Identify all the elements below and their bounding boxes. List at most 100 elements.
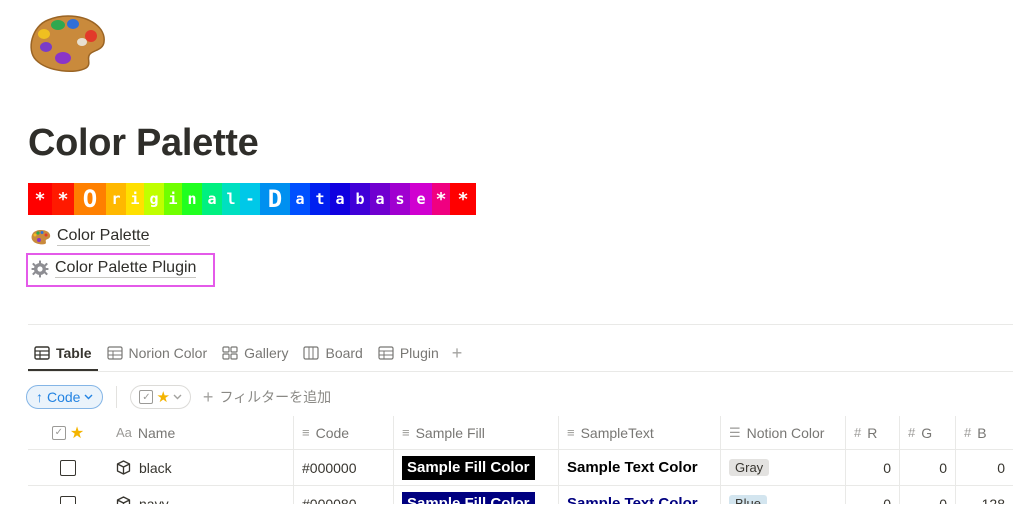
- tab-norion-color[interactable]: Norion Color: [106, 342, 208, 364]
- database-table: ✓ ★ Aa Name ≡ Code ≡ Sample Fill ≡ SampleTex…: [28, 416, 1013, 504]
- g-cell[interactable]: 0: [900, 450, 956, 485]
- column-label: Name: [137, 424, 176, 441]
- divider: [28, 371, 1013, 372]
- b-cell[interactable]: 0: [956, 450, 1013, 485]
- table-header-row: ✓ ★ Aa Name ≡ Code ≡ Sample Fill ≡ SampleTex…: [28, 416, 1013, 450]
- star-filter-pill[interactable]: ✓ ★: [130, 385, 191, 409]
- code-cell[interactable]: #000000: [294, 450, 394, 485]
- row-name: navy: [139, 495, 169, 505]
- tab-label: Table: [56, 345, 92, 361]
- text-cell[interactable]: Sample Text Color: [559, 486, 721, 504]
- code-cell[interactable]: #000080: [294, 486, 394, 504]
- tab-label: Board: [325, 345, 363, 361]
- table-row[interactable]: black #000000 Sample Fill Color Sample Text…: [28, 450, 1013, 486]
- arrow-up-icon: ↑: [36, 389, 43, 405]
- table-row[interactable]: navy #000080 Sample Fill Color Sample Text …: [28, 486, 1013, 504]
- lines-icon: ≡: [402, 425, 410, 440]
- name-cell[interactable]: navy: [108, 486, 294, 504]
- column-label: SampleText: [580, 424, 654, 441]
- text-sample: Sample Text Color: [567, 459, 698, 476]
- artist-palette-emoji-icon: [30, 15, 105, 73]
- row-select-cell: [28, 486, 108, 504]
- fill-cell[interactable]: Sample Fill Color: [394, 486, 559, 504]
- notion-color-tag: Blue: [729, 495, 768, 504]
- tab-board[interactable]: Board: [303, 342, 363, 364]
- column-label: G: [921, 424, 933, 441]
- banner-char: l: [222, 183, 240, 215]
- link-color-palette[interactable]: Color Palette: [31, 227, 150, 246]
- text-cell[interactable]: Sample Text Color: [559, 450, 721, 485]
- notion-color-cell[interactable]: Blue: [721, 486, 846, 504]
- column-header-b[interactable]: # B: [956, 416, 1013, 449]
- sort-code-pill[interactable]: ↑ Code: [26, 385, 104, 409]
- row-code: #000000: [302, 459, 357, 476]
- column-header-notion[interactable]: ☰ Notion Color: [721, 416, 846, 449]
- banner-char: i: [126, 183, 144, 215]
- row-checkbox[interactable]: [60, 495, 76, 504]
- r-cell[interactable]: 0: [846, 450, 900, 485]
- column-header-r[interactable]: # R: [846, 416, 900, 449]
- checkbox-icon: ✓: [51, 425, 66, 440]
- banner-char: n: [182, 183, 202, 215]
- g-cell[interactable]: 0: [900, 486, 956, 504]
- b-value: 0: [997, 459, 1005, 476]
- banner-char: *: [52, 183, 74, 215]
- g-value: 0: [939, 495, 947, 505]
- view-tabs: Table Norion Color Gallery Board Plugin …: [34, 342, 462, 364]
- banner-char: g: [144, 183, 164, 215]
- tab-plugin[interactable]: Plugin: [378, 342, 439, 364]
- table-icon: [106, 346, 123, 360]
- cube-icon: [116, 496, 131, 504]
- artist-palette-emoji-icon: [31, 229, 51, 244]
- chevron-down-icon: [84, 394, 93, 400]
- row-select-cell: [28, 450, 108, 485]
- select-column-header[interactable]: ✓ ★: [28, 416, 108, 449]
- list-icon: ☰: [729, 424, 741, 440]
- banner-char: a: [330, 183, 350, 215]
- r-value: 0: [883, 459, 891, 476]
- banner-char: e: [410, 183, 432, 215]
- text-sample: Sample Text Color: [567, 495, 698, 504]
- column-label: Code: [315, 424, 350, 441]
- tab-gallery[interactable]: Gallery: [222, 342, 288, 364]
- banner-char: i: [164, 183, 182, 215]
- star-icon: ★: [69, 424, 85, 442]
- b-cell[interactable]: 128: [956, 486, 1013, 505]
- add-view-icon[interactable]: +: [452, 343, 463, 364]
- column-header-name[interactable]: Aa Name: [108, 416, 294, 449]
- fill-cell[interactable]: Sample Fill Color: [394, 450, 559, 485]
- column-header-code[interactable]: ≡ Code: [294, 416, 394, 449]
- board-icon: [303, 346, 320, 360]
- column-label: B: [977, 424, 987, 441]
- column-header-fill[interactable]: ≡ Sample Fill: [394, 416, 559, 449]
- tab-label: Norion Color: [128, 345, 208, 361]
- gear-emoji-icon: [31, 260, 49, 277]
- lines-icon: ≡: [567, 425, 575, 440]
- notion-color-cell[interactable]: Gray: [721, 450, 846, 485]
- banner-char: a: [370, 183, 390, 215]
- b-value: 128: [981, 495, 1005, 505]
- column-header-text[interactable]: ≡ SampleText: [559, 416, 721, 449]
- number-icon: #: [964, 425, 972, 440]
- banner-char: b: [350, 183, 370, 215]
- add-filter-button[interactable]: + フィルターを追加: [203, 387, 331, 408]
- gallery-icon: [222, 346, 238, 360]
- link-color-palette-plugin[interactable]: Color Palette Plugin: [31, 259, 197, 278]
- checkbox-icon: ✓: [139, 390, 154, 404]
- fill-sample: Sample Fill Color: [402, 491, 535, 504]
- fill-sample: Sample Fill Color: [402, 455, 535, 480]
- tab-table[interactable]: Table: [34, 342, 92, 364]
- r-cell[interactable]: 0: [846, 486, 900, 504]
- banner-char: a: [202, 183, 222, 215]
- plus-icon: +: [202, 386, 214, 407]
- table-icon: [378, 346, 394, 360]
- cube-icon: [116, 460, 131, 475]
- column-header-g[interactable]: # G: [900, 416, 956, 449]
- tab-label: Gallery: [244, 345, 289, 361]
- row-checkbox[interactable]: [60, 459, 76, 476]
- page-title: Color Palette: [28, 122, 259, 164]
- number-icon: #: [908, 425, 916, 440]
- row-code: #000080: [302, 495, 357, 505]
- banner-char: *: [28, 183, 52, 215]
- name-cell[interactable]: black: [108, 450, 294, 485]
